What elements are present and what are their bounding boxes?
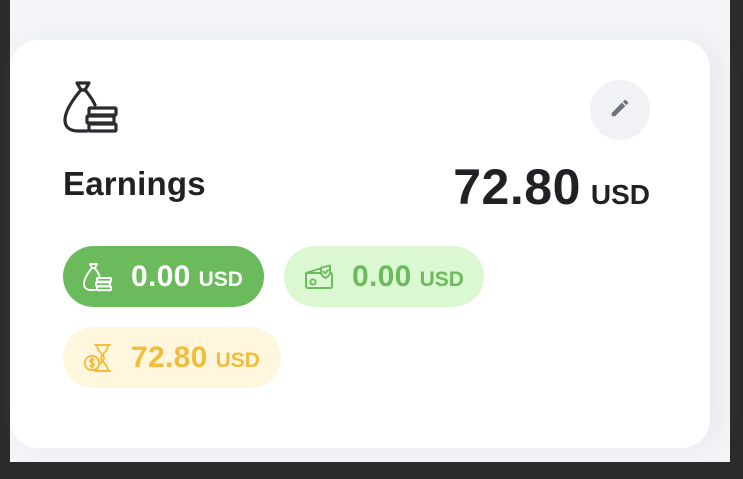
earnings-pill-pending[interactable]: 72.80 USD [63, 327, 281, 388]
pill-currency: USD [419, 267, 464, 291]
earnings-card: Earnings 72.80 USD 0.00 USD 0.00 USD 72.… [10, 40, 710, 448]
pill-amount: 0.00 [131, 259, 191, 293]
hourglass-coin-icon [83, 343, 113, 373]
pencil-icon [609, 97, 631, 124]
earnings-pill-available[interactable]: 0.00 USD [63, 246, 264, 307]
earnings-pill-protected[interactable]: 0.00 USD [284, 246, 484, 307]
edit-button[interactable] [590, 80, 650, 140]
cash-shield-icon [304, 262, 334, 292]
money-bag-coins-icon [83, 262, 113, 292]
earnings-total: 72.80 USD [453, 158, 650, 216]
money-bag-coins-icon [63, 78, 121, 136]
total-amount: 72.80 [453, 159, 581, 215]
pill-amount: 72.80 [131, 340, 208, 374]
page-background: Earnings 72.80 USD 0.00 USD 0.00 USD 72.… [10, 0, 730, 462]
pill-currency: USD [215, 348, 260, 372]
pill-amount: 0.00 [352, 259, 412, 293]
total-currency: USD [590, 179, 650, 210]
earnings-title: Earnings [63, 165, 206, 202]
pill-currency: USD [198, 267, 243, 291]
